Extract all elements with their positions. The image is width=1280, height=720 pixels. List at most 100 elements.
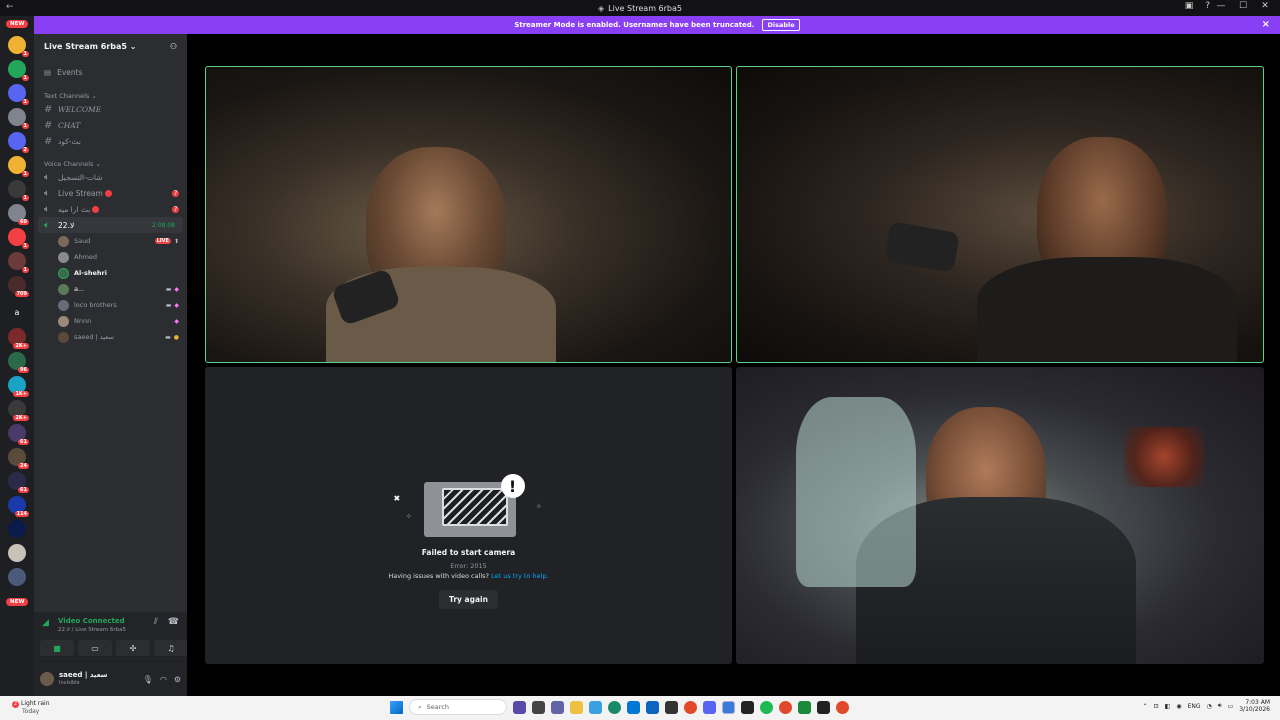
server-icon[interactable]: 114 xyxy=(8,496,29,517)
noise-suppression-icon[interactable]: ⫽ xyxy=(154,617,158,627)
try-again-button[interactable]: Try again xyxy=(439,590,498,609)
outlook-icon[interactable] xyxy=(627,700,640,714)
voice-user[interactable]: Ahmed xyxy=(34,249,187,265)
voice-channel[interactable]: 🔈︎ شات-التسجيل xyxy=(34,169,187,185)
weather-widget[interactable]: 2 Light rain Today xyxy=(12,700,50,715)
settings-gear-icon[interactable]: ⚙ xyxy=(174,675,181,684)
server-icon[interactable]: 2K+ xyxy=(8,400,29,421)
server-icon[interactable]: 60 xyxy=(8,204,29,225)
app-icon[interactable] xyxy=(513,700,526,714)
voice-user[interactable]: saeed | سعيد ▬ ● xyxy=(34,329,187,345)
server-icon[interactable]: 1 xyxy=(8,60,29,81)
file-explorer-icon[interactable] xyxy=(532,700,545,714)
add-member-icon[interactable]: ⚇ xyxy=(170,42,177,51)
disable-streamer-mode-button[interactable]: Disable xyxy=(762,19,800,31)
disconnect-icon[interactable]: ☎ xyxy=(168,617,179,627)
server-icon[interactable]: 1 xyxy=(8,252,29,273)
chevron-up-icon[interactable]: ⌃ xyxy=(1143,703,1148,710)
server-icon[interactable]: 2 xyxy=(8,132,29,153)
app-icon[interactable] xyxy=(589,700,602,714)
video-tile[interactable] xyxy=(736,367,1264,664)
server-header[interactable]: Live Stream 6rba5 ⌄ ⚇ xyxy=(34,34,187,58)
server-icon[interactable]: 1K+ xyxy=(8,376,29,397)
language-indicator[interactable]: ENG xyxy=(1188,703,1201,710)
voice-user[interactable]: a... ▬ ◆ xyxy=(34,281,187,297)
activity-button[interactable]: ✣ xyxy=(116,640,150,656)
voice-channel[interactable]: 🔈︎ بث ارا ميه 7 xyxy=(34,201,187,217)
maximize-button[interactable]: ☐ xyxy=(1232,1,1254,11)
tray-icon[interactable]: ◉ xyxy=(1176,703,1181,710)
server-icon[interactable]: 61 xyxy=(8,472,29,493)
voice-user[interactable]: Al-shehri xyxy=(34,265,187,281)
server-icon[interactable]: 96 xyxy=(8,352,29,373)
avatar xyxy=(58,235,69,247)
server-icon[interactable]: 2K+ xyxy=(8,328,29,349)
window-title: ◈ Live Stream 6rba5 xyxy=(598,3,682,13)
video-tile[interactable] xyxy=(205,66,732,363)
tray-icon[interactable]: ⊡ xyxy=(1154,703,1159,710)
soundboard-button[interactable]: ♫ xyxy=(154,640,188,656)
close-window-button[interactable]: ✕ xyxy=(1254,1,1276,11)
category-voice-channels[interactable]: Voice Channels ⌄ xyxy=(34,159,187,169)
chrome-icon[interactable] xyxy=(684,700,697,714)
battery-icon[interactable]: ▭ xyxy=(1228,703,1234,710)
minimize-button[interactable]: — xyxy=(1210,1,1232,11)
chrome-icon[interactable] xyxy=(836,700,849,714)
server-icon[interactable]: 1 xyxy=(8,108,29,129)
clock[interactable]: 7:03 AM 3/10/2026 xyxy=(1239,699,1270,713)
server-icon[interactable]: 1 xyxy=(8,228,29,249)
help-link[interactable]: Let us try to help. xyxy=(491,572,549,580)
video-icon: ▬ xyxy=(165,301,172,309)
teams-icon[interactable] xyxy=(551,700,564,714)
voice-channel-active[interactable]: 🔈︎ 2لا.2 2:08:08 xyxy=(38,217,183,233)
app-icon[interactable] xyxy=(646,700,659,714)
app-icon[interactable] xyxy=(779,700,792,714)
server-icon[interactable]: 1 xyxy=(8,36,29,57)
server-icon[interactable]: 61 xyxy=(8,424,29,445)
volume-icon[interactable]: 🔊︎ xyxy=(1218,702,1222,710)
server-icon[interactable]: a xyxy=(8,304,26,322)
tray-icon[interactable]: ◧ xyxy=(1165,703,1171,710)
signal-icon[interactable]: ◢ xyxy=(42,618,49,628)
channel-arabic[interactable]: # بث-كود xyxy=(34,133,187,149)
server-icon[interactable] xyxy=(8,520,26,538)
server-icon[interactable]: 709 xyxy=(8,276,29,297)
app-icon[interactable] xyxy=(798,700,811,714)
taskbar-search[interactable]: ⌕ Search xyxy=(409,699,507,715)
server-icon[interactable]: 24 xyxy=(8,448,29,469)
server-icon[interactable] xyxy=(8,544,26,562)
close-notice-icon[interactable]: × xyxy=(1262,19,1270,30)
channel-chat[interactable]: # CHAT xyxy=(34,117,187,133)
app-icon[interactable] xyxy=(665,700,678,714)
channel-welcome[interactable]: # WELCOME xyxy=(34,101,187,117)
inbox-icon[interactable]: ▣ xyxy=(1185,1,1194,11)
app-icon[interactable] xyxy=(722,700,735,714)
screen-share-button[interactable]: ▭ xyxy=(78,640,112,656)
discord-icon[interactable] xyxy=(703,700,716,714)
voice-channel-live-stream[interactable]: 🔈︎ Live Stream 7 xyxy=(34,185,187,201)
avatar[interactable] xyxy=(40,672,54,686)
edge-icon[interactable] xyxy=(608,700,621,714)
events-item[interactable]: ▤ Events xyxy=(34,63,187,81)
live-indicator-icon xyxy=(92,205,100,213)
headphones-icon[interactable]: ◠ xyxy=(160,675,167,684)
folder-icon[interactable] xyxy=(570,700,583,714)
voice-user[interactable]: loco brothers ▬ ◆ xyxy=(34,297,187,313)
windows-start-icon[interactable] xyxy=(390,700,403,714)
video-tile[interactable] xyxy=(736,66,1264,363)
server-icon[interactable]: 1 xyxy=(8,84,29,105)
server-icon[interactable]: 1 xyxy=(8,180,29,201)
app-icon[interactable] xyxy=(817,700,830,714)
screen-icon: ⬆ xyxy=(173,237,179,245)
wifi-icon[interactable]: ◔ xyxy=(1207,703,1212,710)
spotify-icon[interactable] xyxy=(760,700,773,714)
microphone-icon[interactable]: 🎙︎ xyxy=(143,675,153,684)
camera-button[interactable]: ■ xyxy=(40,640,74,656)
voice-user[interactable]: Nnnn ◆ xyxy=(34,313,187,329)
voice-user[interactable]: Saud LIVE ⬆ xyxy=(34,233,187,249)
terminal-icon[interactable] xyxy=(741,700,754,714)
server-icon[interactable] xyxy=(8,568,26,586)
back-arrow-icon[interactable]: ← xyxy=(6,2,14,12)
server-icon[interactable]: 1 xyxy=(8,156,29,177)
category-text-channels[interactable]: Text Channels ⌄ xyxy=(34,91,187,101)
